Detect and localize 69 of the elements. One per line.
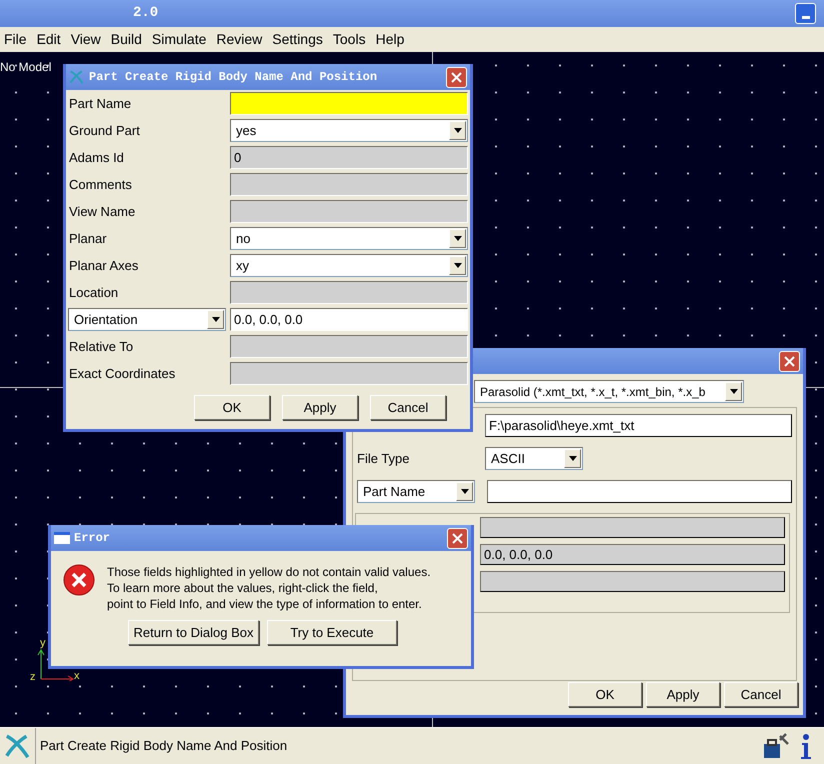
- menu-item[interactable]: File: [4, 29, 27, 50]
- axis-label: y: [40, 638, 46, 649]
- field-label: Planar Axes: [68, 256, 140, 275]
- input-field[interactable]: [480, 571, 785, 592]
- menu-item[interactable]: Help: [376, 29, 404, 50]
- dialog-button[interactable]: Apply: [282, 395, 358, 420]
- field-label: View Name: [68, 202, 136, 221]
- axis-label: z: [30, 672, 36, 683]
- status-text: Part Create Rigid Body Name And Position: [40, 737, 288, 756]
- dialog-title: Error: [74, 530, 112, 547]
- dropdown[interactable]: xy: [230, 254, 468, 277]
- menu-item[interactable]: Simulate: [152, 29, 206, 50]
- input-field[interactable]: 0: [230, 146, 468, 169]
- menu-item[interactable]: Review: [216, 29, 262, 50]
- logo-icon: [4, 732, 32, 760]
- field-label: Planar: [68, 230, 108, 248]
- file-format-dropdown[interactable]: Parasolid (*.xmt_txt, *.x_t, *.xmt_bin, *.x_b: [474, 380, 744, 403]
- axis-triad-drawing: [36, 649, 74, 681]
- close-button[interactable]: [447, 528, 468, 548]
- field-label: Location: [68, 284, 120, 302]
- file-type-dropdown[interactable]: ASCII: [485, 447, 583, 470]
- close-icon: [452, 532, 463, 544]
- dialog-button[interactable]: OK: [194, 395, 270, 420]
- dropdown[interactable]: yes: [230, 119, 468, 142]
- close-icon: [784, 356, 795, 366]
- field-label: Exact Coordinates: [68, 364, 176, 383]
- dialog-button[interactable]: Try to Execute: [267, 620, 397, 645]
- input-field[interactable]: [480, 517, 785, 538]
- field-label: Adams Id: [68, 148, 125, 167]
- dropdown[interactable]: no: [230, 227, 468, 250]
- field-label: Part Name: [68, 94, 132, 113]
- input-field[interactable]: [487, 480, 792, 503]
- menu-item[interactable]: Edit: [36, 29, 61, 50]
- menu-item[interactable]: Tools: [332, 29, 366, 50]
- input-field[interactable]: [230, 335, 468, 358]
- window-title: 2.0: [133, 4, 158, 23]
- dialog-title: Part Create Rigid Body Name And Position: [89, 69, 378, 86]
- dialog-button[interactable]: Apply: [646, 682, 720, 707]
- dialog-button[interactable]: OK: [568, 682, 642, 707]
- input-field[interactable]: 0.0, 0.0, 0.0: [480, 544, 785, 565]
- close-icon: [451, 72, 462, 82]
- dialog-button[interactable]: Cancel: [370, 395, 446, 420]
- field-label: Ground Part: [68, 122, 141, 140]
- input-field[interactable]: [230, 92, 468, 115]
- field-label: Comments: [68, 176, 133, 194]
- input-field[interactable]: [230, 362, 468, 385]
- dialog-button[interactable]: Return to Dialog Box: [128, 620, 259, 645]
- field-label: Relative To: [68, 338, 134, 356]
- name-selector-dropdown[interactable]: Part Name: [357, 480, 475, 503]
- field-label: File Type: [356, 450, 411, 468]
- input-field[interactable]: [230, 173, 468, 196]
- input-field[interactable]: [230, 281, 468, 304]
- model-label: No Model: [0, 59, 52, 76]
- input-field[interactable]: F:\parasolid\heye.xmt_txt: [485, 414, 792, 437]
- input-field[interactable]: [230, 200, 468, 223]
- menu-item[interactable]: View: [70, 29, 101, 50]
- logo-icon: [69, 69, 85, 85]
- error-icon: [63, 564, 95, 596]
- input-field[interactable]: 0.0, 0.0, 0.0: [230, 308, 468, 331]
- dialog-button[interactable]: Cancel: [724, 682, 798, 707]
- error-message: Those fields highlighted in yellow do not contain valid values. To learn more about the values, right-click the field, point to Field Info, and view the type of information to enter.: [107, 564, 431, 612]
- field-selector-dropdown[interactable]: Orientation: [68, 308, 226, 331]
- window-icon: [54, 532, 70, 544]
- menu-item[interactable]: Settings: [272, 29, 323, 50]
- close-button[interactable]: [779, 350, 800, 372]
- menu-item[interactable]: Build: [110, 29, 142, 50]
- close-button[interactable]: [446, 66, 467, 88]
- minimize-button[interactable]: [795, 3, 816, 24]
- axis-label: x: [74, 671, 80, 682]
